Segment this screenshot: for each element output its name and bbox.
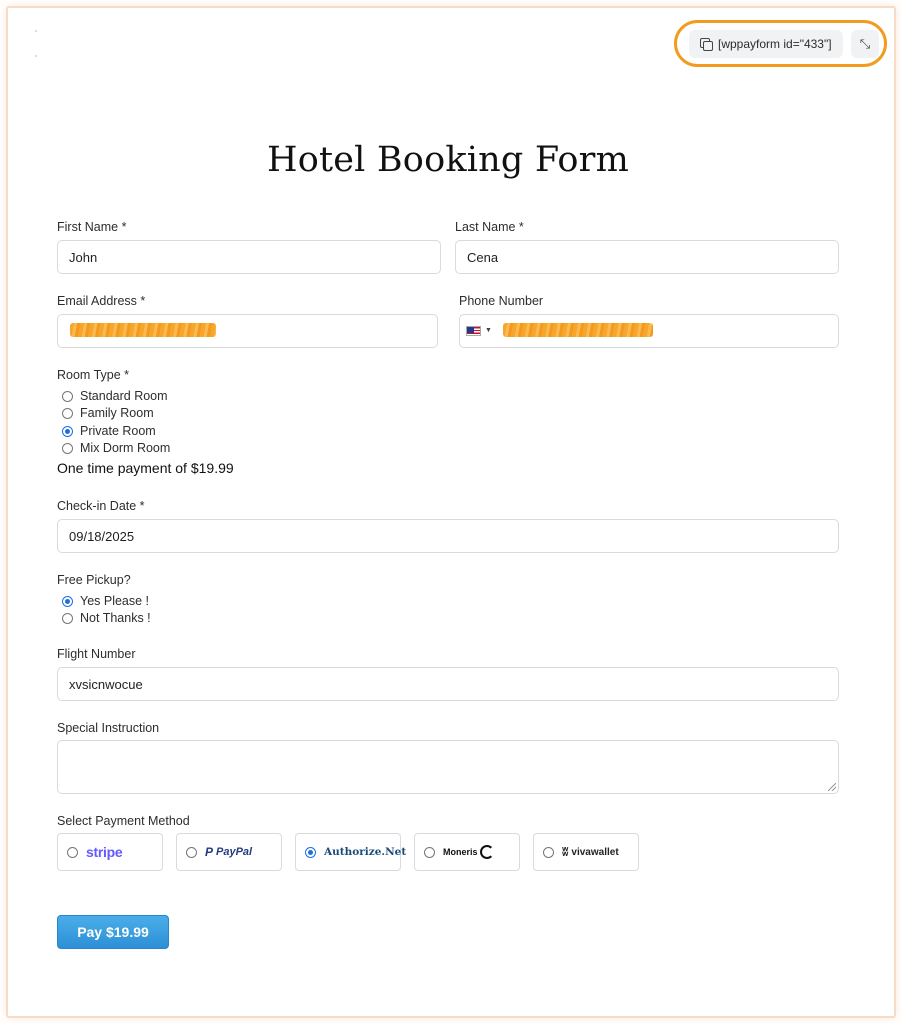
payment-option-moneris[interactable]: Moneris xyxy=(414,833,520,871)
payment-option-paypal[interactable]: P PayPal xyxy=(176,833,282,871)
last-name-input[interactable]: Cena xyxy=(455,240,839,274)
form-title: Hotel Booking Form xyxy=(267,140,629,180)
pickup-label: Free Pickup? xyxy=(57,573,131,587)
vivawallet-wordmark: vivawallet xyxy=(571,846,619,858)
collapse-icon: ⤡ xyxy=(859,36,871,51)
shortcode-toolbar: [wppayform id="433"] ⤡ xyxy=(674,20,887,67)
room-option-label: Mix Dorm Room xyxy=(80,441,171,455)
room-option-mix-dorm[interactable]: Mix Dorm Room xyxy=(62,441,170,455)
radio-button[interactable] xyxy=(62,612,73,624)
room-option-standard[interactable]: Standard Room xyxy=(62,389,168,403)
paypal-icon: P xyxy=(205,845,214,859)
room-option-family[interactable]: Family Room xyxy=(62,406,154,420)
paypal-logo: P PayPal xyxy=(205,845,252,859)
room-type-label: Room Type * xyxy=(57,368,130,382)
resize-handle[interactable] xyxy=(828,783,836,791)
chevron-down-icon[interactable]: ▼ xyxy=(485,327,492,334)
radio-button[interactable] xyxy=(62,390,73,402)
payment-option-stripe[interactable]: stripe xyxy=(57,833,163,871)
pickup-option-label: Yes Please ! xyxy=(80,594,150,608)
pickup-option-no[interactable]: Not Thanks ! xyxy=(62,611,151,625)
flight-number-input[interactable]: xvsicnwocue xyxy=(57,667,839,701)
radio-button[interactable] xyxy=(62,407,73,419)
first-name-value: John xyxy=(69,249,98,265)
payment-method-label: Select Payment Method xyxy=(57,814,190,828)
collapse-button[interactable]: ⤡ xyxy=(851,30,879,58)
payment-summary: One time payment of $19.99 xyxy=(57,460,234,476)
checkin-date-input[interactable]: 09/18/2025 xyxy=(57,519,839,553)
flight-value: xvsicnwocue xyxy=(69,676,143,692)
vivawallet-logo: ʬ vivawallet xyxy=(562,845,619,859)
pickup-option-label: Not Thanks ! xyxy=(80,611,151,625)
moneris-wordmark: Moneris xyxy=(443,847,478,857)
room-option-label: Standard Room xyxy=(80,389,168,403)
pay-button[interactable]: Pay $19.99 xyxy=(57,915,169,949)
moneris-swirl-icon xyxy=(479,845,494,859)
shortcode-label: [wppayform id="433"] xyxy=(718,37,832,51)
decorative-dot xyxy=(35,55,37,57)
pickup-option-yes[interactable]: Yes Please ! xyxy=(62,594,149,608)
checkin-label: Check-in Date * xyxy=(57,499,145,513)
email-label: Email Address * xyxy=(57,294,146,308)
room-option-label: Family Room xyxy=(80,406,154,420)
room-option-label: Private Room xyxy=(80,424,156,438)
checkin-value: 09/18/2025 xyxy=(69,528,135,544)
radio-button[interactable] xyxy=(67,846,78,858)
paypal-wordmark: PayPal xyxy=(216,846,253,858)
phone-redaction xyxy=(503,323,653,337)
radio-button[interactable] xyxy=(62,442,73,454)
moneris-logo: Moneris xyxy=(443,845,494,859)
radio-button-selected[interactable] xyxy=(62,595,73,607)
radio-button-selected[interactable] xyxy=(62,425,73,437)
authorize-net-logo: Authorize.Net xyxy=(324,846,407,858)
copy-icon xyxy=(700,38,713,51)
vivawallet-icon: ʬ xyxy=(562,845,569,859)
radio-button[interactable] xyxy=(186,846,197,858)
us-flag-icon[interactable] xyxy=(466,326,481,336)
special-instruction-textarea[interactable] xyxy=(57,740,839,794)
phone-label: Phone Number xyxy=(459,294,544,308)
flight-label: Flight Number xyxy=(57,647,136,661)
room-option-private[interactable]: Private Room xyxy=(62,424,156,438)
last-name-value: Cena xyxy=(467,249,499,265)
email-redaction xyxy=(70,323,216,337)
payment-option-authorize-net[interactable]: Authorize.Net xyxy=(295,833,406,871)
payment-option-vivawallet[interactable]: ʬ vivawallet xyxy=(533,833,639,871)
radio-button[interactable] xyxy=(424,846,435,858)
first-name-input[interactable]: John xyxy=(57,240,441,274)
stripe-logo: stripe xyxy=(86,844,123,860)
last-name-label: Last Name * xyxy=(455,220,524,234)
radio-button-selected[interactable] xyxy=(305,846,316,858)
decorative-dot xyxy=(35,30,37,32)
radio-button[interactable] xyxy=(543,846,554,858)
copy-shortcode-button[interactable]: [wppayform id="433"] xyxy=(689,30,843,58)
special-instruction-label: Special Instruction xyxy=(57,721,160,735)
first-name-label: First Name * xyxy=(57,220,127,234)
